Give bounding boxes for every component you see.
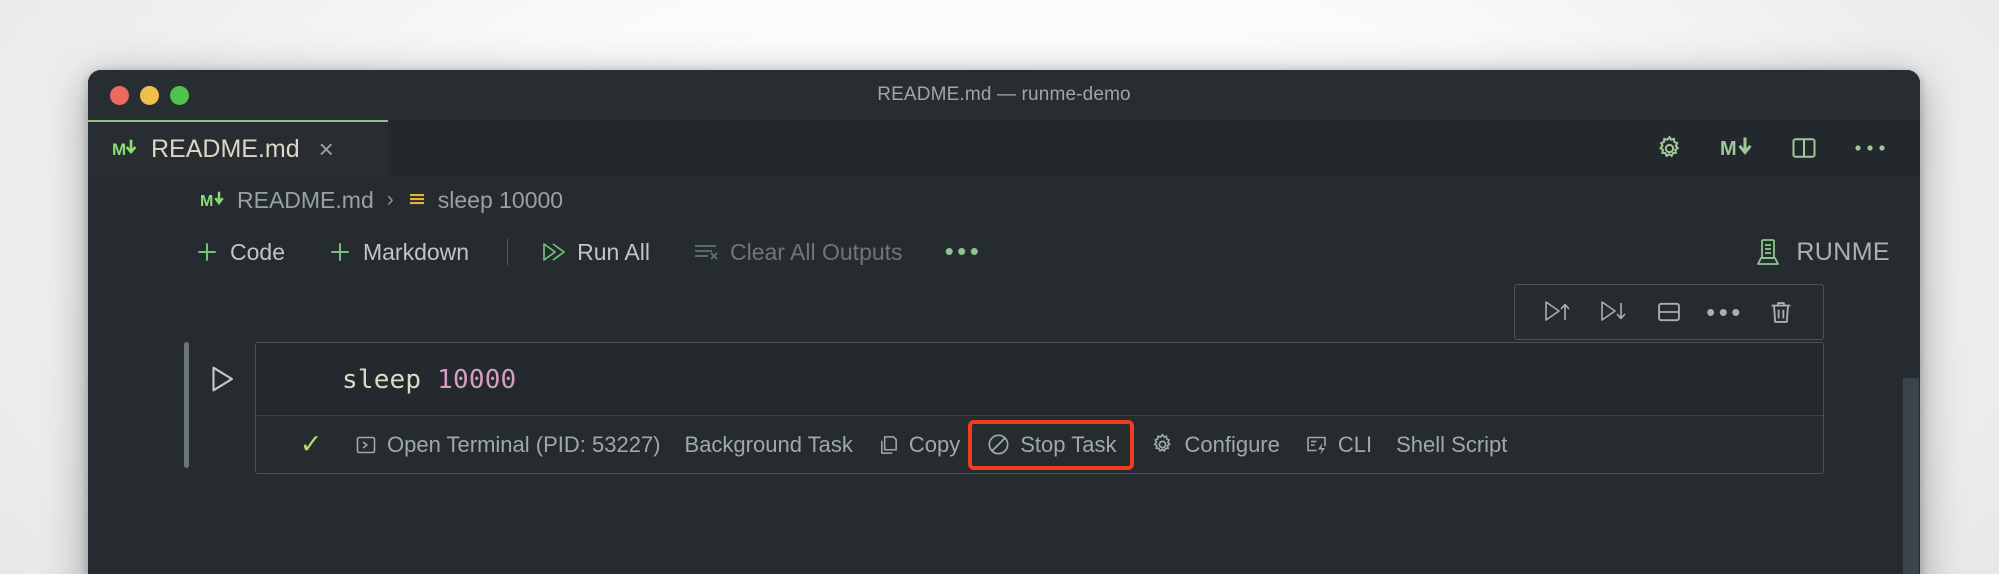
cell-toolbar: ••• <box>1514 284 1824 340</box>
toolbar-divider <box>507 239 509 265</box>
background-task-label: Background Task <box>684 431 853 457</box>
stop-task-label: Stop Task <box>1020 431 1117 457</box>
stop-circle-icon <box>986 432 1011 457</box>
cli-label: CLI <box>1337 431 1373 457</box>
plus-icon <box>194 239 220 265</box>
code-command: sleep <box>342 365 422 395</box>
maximize-window-button[interactable] <box>170 85 189 105</box>
status-success-check-icon: ✓ <box>299 429 323 459</box>
notebook-more-icon[interactable]: ••• <box>935 239 993 264</box>
background-task-button[interactable]: Background Task <box>673 425 865 465</box>
breadcrumb: M README.md › sleep 10000 <box>88 176 1920 224</box>
run-all-button[interactable]: Run All <box>530 235 660 270</box>
scrollbar-thumb[interactable] <box>1903 378 1919 574</box>
notebook-toolbar: Code Markdown Run All Clear All Outputs … <box>88 224 1920 280</box>
more-actions-icon[interactable] <box>1854 143 1886 153</box>
gear-icon <box>1150 432 1175 457</box>
split-cell-icon[interactable] <box>1641 290 1697 334</box>
close-window-button[interactable] <box>110 85 129 105</box>
run-below-icon[interactable] <box>1585 290 1641 334</box>
run-cell-button[interactable] <box>189 342 255 474</box>
list-icon <box>407 190 427 210</box>
runme-label: RUNME <box>1796 237 1890 266</box>
code-editor[interactable]: sleep 10000 <box>256 343 1823 415</box>
minimize-window-button[interactable] <box>140 85 159 105</box>
clear-outputs-icon <box>692 240 720 264</box>
chevron-right-icon: › <box>386 188 394 211</box>
run-all-icon <box>540 240 567 264</box>
cell-more-icon[interactable]: ••• <box>1697 290 1753 334</box>
clear-all-outputs-label: Clear All Outputs <box>729 238 903 265</box>
notebook-cell: sleep 10000 ✓ Open Terminal (PID: 53227) <box>88 342 1920 474</box>
editor-tabbar: M README.md × M <box>88 120 1920 176</box>
stop-task-button[interactable]: Stop Task <box>968 419 1135 470</box>
add-code-label: Code <box>230 238 285 265</box>
open-terminal-label: Open Terminal (PID: 53227) <box>387 431 661 457</box>
cli-button[interactable]: CLI <box>1292 425 1384 465</box>
breadcrumb-file[interactable]: README.md <box>237 187 374 214</box>
split-editor-icon[interactable] <box>1790 134 1818 162</box>
traffic-lights <box>88 85 189 105</box>
configure-button[interactable]: Configure <box>1138 425 1291 465</box>
breadcrumb-cell[interactable]: sleep 10000 <box>438 187 563 214</box>
open-terminal-button[interactable]: Open Terminal (PID: 53227) <box>342 425 673 465</box>
cell-more-dots: ••• <box>1706 296 1744 327</box>
runme-logo-icon <box>1754 237 1782 267</box>
add-markdown-label: Markdown <box>362 238 470 265</box>
tab-readme-md[interactable]: M README.md × <box>88 120 388 176</box>
run-above-icon[interactable] <box>1529 290 1585 334</box>
clear-all-outputs-button[interactable]: Clear All Outputs <box>682 235 913 270</box>
code-argument: 10000 <box>437 365 517 395</box>
markdown-icon: M <box>200 190 226 210</box>
tab-label: README.md <box>151 134 300 163</box>
copy-button[interactable]: Copy <box>865 425 972 465</box>
add-markdown-cell-button[interactable]: Markdown <box>317 235 479 270</box>
vscode-window: README.md — runme-demo M README.md × M M… <box>88 70 1920 574</box>
cell-status-bar: ✓ Open Terminal (PID: 53227) Background … <box>256 415 1823 473</box>
markdown-preview-icon[interactable]: M <box>1720 137 1754 159</box>
svg-text:M: M <box>200 193 213 210</box>
close-icon[interactable]: × <box>319 136 334 162</box>
terminal-icon <box>354 433 378 457</box>
shell-script-label: Shell Script <box>1396 431 1508 457</box>
cli-lightning-icon <box>1304 433 1329 457</box>
window-titlebar: README.md — runme-demo <box>88 70 1920 120</box>
copy-icon <box>877 433 900 457</box>
svg-text:M: M <box>1720 138 1736 159</box>
window-title: README.md — runme-demo <box>877 84 1131 105</box>
gear-icon[interactable] <box>1655 134 1684 163</box>
cell-content: sleep 10000 ✓ Open Terminal (PID: 53227) <box>255 342 1824 474</box>
notebook-body: ••• sleep 10000 ✓ Open Terminal (PID: 53… <box>88 280 1920 574</box>
editor-actions: M <box>1655 120 1920 176</box>
copy-label: Copy <box>908 431 961 457</box>
add-code-cell-button[interactable]: Code <box>184 235 295 270</box>
run-all-label: Run All <box>577 238 650 265</box>
plus-icon <box>327 239 353 265</box>
trash-icon[interactable] <box>1753 290 1809 334</box>
editor-scrollbar[interactable] <box>1902 176 1920 574</box>
svg-text:M: M <box>112 140 126 159</box>
configure-label: Configure <box>1184 431 1280 457</box>
shell-script-button[interactable]: Shell Script <box>1384 425 1519 465</box>
runme-button[interactable]: RUNME <box>1754 237 1890 267</box>
markdown-icon: M <box>112 139 138 159</box>
